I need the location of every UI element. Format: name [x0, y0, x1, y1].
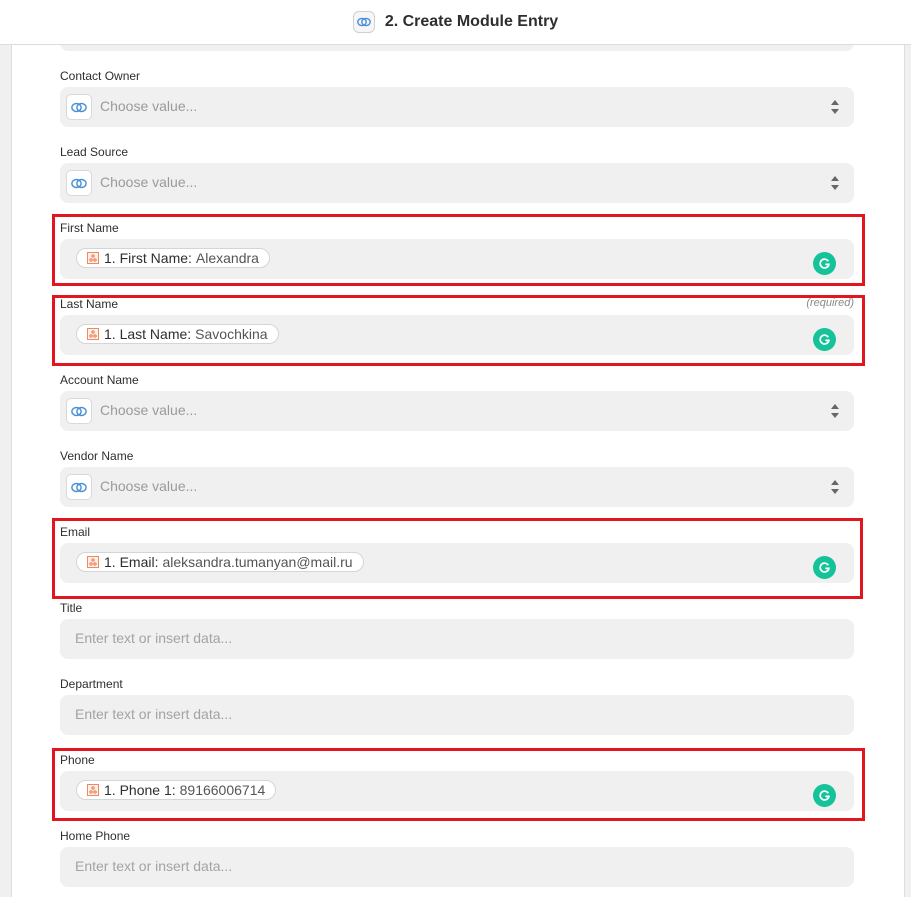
department-input[interactable]: Enter text or insert data... [60, 695, 854, 735]
field-label: Department [60, 677, 123, 691]
field-label: Phone [60, 753, 95, 767]
up-down-chevron-icon [831, 404, 839, 418]
input-placeholder: Enter text or insert data... [75, 706, 233, 722]
field-label: Home Phone [60, 829, 131, 843]
field-label: Email [60, 525, 91, 539]
department-field: Department Enter text or insert data... [60, 677, 854, 739]
contact-owner-select[interactable]: Choose value... [60, 87, 854, 127]
zoho-crm-icon [352, 11, 375, 33]
first-name-field: First Name 1. First Name: Alexandra [60, 221, 854, 283]
zoho-crm-icon [66, 94, 92, 120]
select-placeholder: Choose value... [100, 98, 198, 114]
field-label: Account Name [60, 373, 139, 387]
last-name-input[interactable]: 1. Last Name: Savochkina [60, 315, 854, 355]
contact-owner-field: Contact Owner Choose value... [60, 69, 854, 131]
phone-input[interactable]: 1. Phone 1: 89166006714 [60, 771, 854, 811]
email-field: Email 1. Email: aleksandra.tumanyan@mail… [60, 525, 854, 587]
pill-value: 89166006714 [179, 782, 266, 798]
mapped-data-pill[interactable]: 1. Last Name: Savochkina [76, 324, 279, 344]
field-label: Vendor Name [60, 449, 134, 463]
input-placeholder: Enter text or insert data... [75, 858, 233, 874]
home-phone-field: Home Phone Enter text or insert data... [60, 829, 854, 891]
vendor-name-select[interactable]: Choose value... [60, 467, 854, 507]
vendor-name-field: Vendor Name Choose value... [60, 449, 854, 511]
select-placeholder: Choose value... [100, 478, 198, 494]
email-input[interactable]: 1. Email: aleksandra.tumanyan@mail.ru [60, 543, 854, 583]
grammarly-icon[interactable] [813, 784, 836, 807]
field-label: Title [60, 601, 83, 615]
form-panel: Contact Owner Choose value... Lead Sourc… [11, 45, 905, 897]
title-field: Title Enter text or insert data... [60, 601, 854, 663]
webhook-icon [87, 784, 99, 796]
account-name-select[interactable]: Choose value... [60, 391, 854, 431]
select-placeholder: Choose value... [100, 174, 198, 190]
up-down-chevron-icon [831, 480, 839, 494]
home-phone-input[interactable]: Enter text or insert data... [60, 847, 854, 887]
pill-step-label: 1. First Name: [104, 250, 192, 266]
up-down-chevron-icon [831, 176, 839, 190]
grammarly-icon[interactable] [813, 252, 836, 275]
page-title: 2. Create Module Entry [384, 13, 559, 30]
zoho-crm-icon [66, 474, 92, 500]
grammarly-icon[interactable] [813, 556, 836, 579]
last-name-field: Last Name (required) 1. Last Name: Savoc… [60, 297, 854, 359]
account-name-field: Account Name Choose value... [60, 373, 854, 435]
pill-step-label: 1. Phone 1: [104, 782, 176, 798]
webhook-icon [87, 252, 99, 264]
field-label: Last Name [60, 297, 119, 311]
webhook-icon [87, 328, 99, 340]
input-placeholder: Enter text or insert data... [75, 630, 233, 646]
field-label: Lead Source [60, 145, 129, 159]
grammarly-icon[interactable] [813, 328, 836, 351]
previous-field-stub [60, 45, 854, 51]
pill-value: aleksandra.tumanyan@mail.ru [162, 554, 353, 570]
step-header: 2. Create Module Entry [0, 0, 911, 45]
required-indicator: (required) [806, 297, 854, 309]
zoho-crm-icon [66, 398, 92, 424]
select-placeholder: Choose value... [100, 402, 198, 418]
pill-step-label: 1. Last Name: [104, 326, 192, 342]
first-name-input[interactable]: 1. First Name: Alexandra [60, 239, 854, 279]
mapped-data-pill[interactable]: 1. Email: aleksandra.tumanyan@mail.ru [76, 552, 364, 572]
pill-value: Savochkina [195, 326, 268, 342]
up-down-chevron-icon [831, 100, 839, 114]
phone-field: Phone 1. Phone 1: 89166006714 [60, 753, 854, 815]
title-input[interactable]: Enter text or insert data... [60, 619, 854, 659]
webhook-icon [87, 556, 99, 568]
mapped-data-pill[interactable]: 1. First Name: Alexandra [76, 248, 270, 268]
mapped-data-pill[interactable]: 1. Phone 1: 89166006714 [76, 780, 277, 800]
field-label: First Name [60, 221, 119, 235]
zoho-crm-icon [66, 170, 92, 196]
pill-step-label: 1. Email: [104, 554, 159, 570]
lead-source-select[interactable]: Choose value... [60, 163, 854, 203]
field-label: Contact Owner [60, 69, 141, 83]
lead-source-field: Lead Source Choose value... [60, 145, 854, 207]
pill-value: Alexandra [195, 250, 259, 266]
